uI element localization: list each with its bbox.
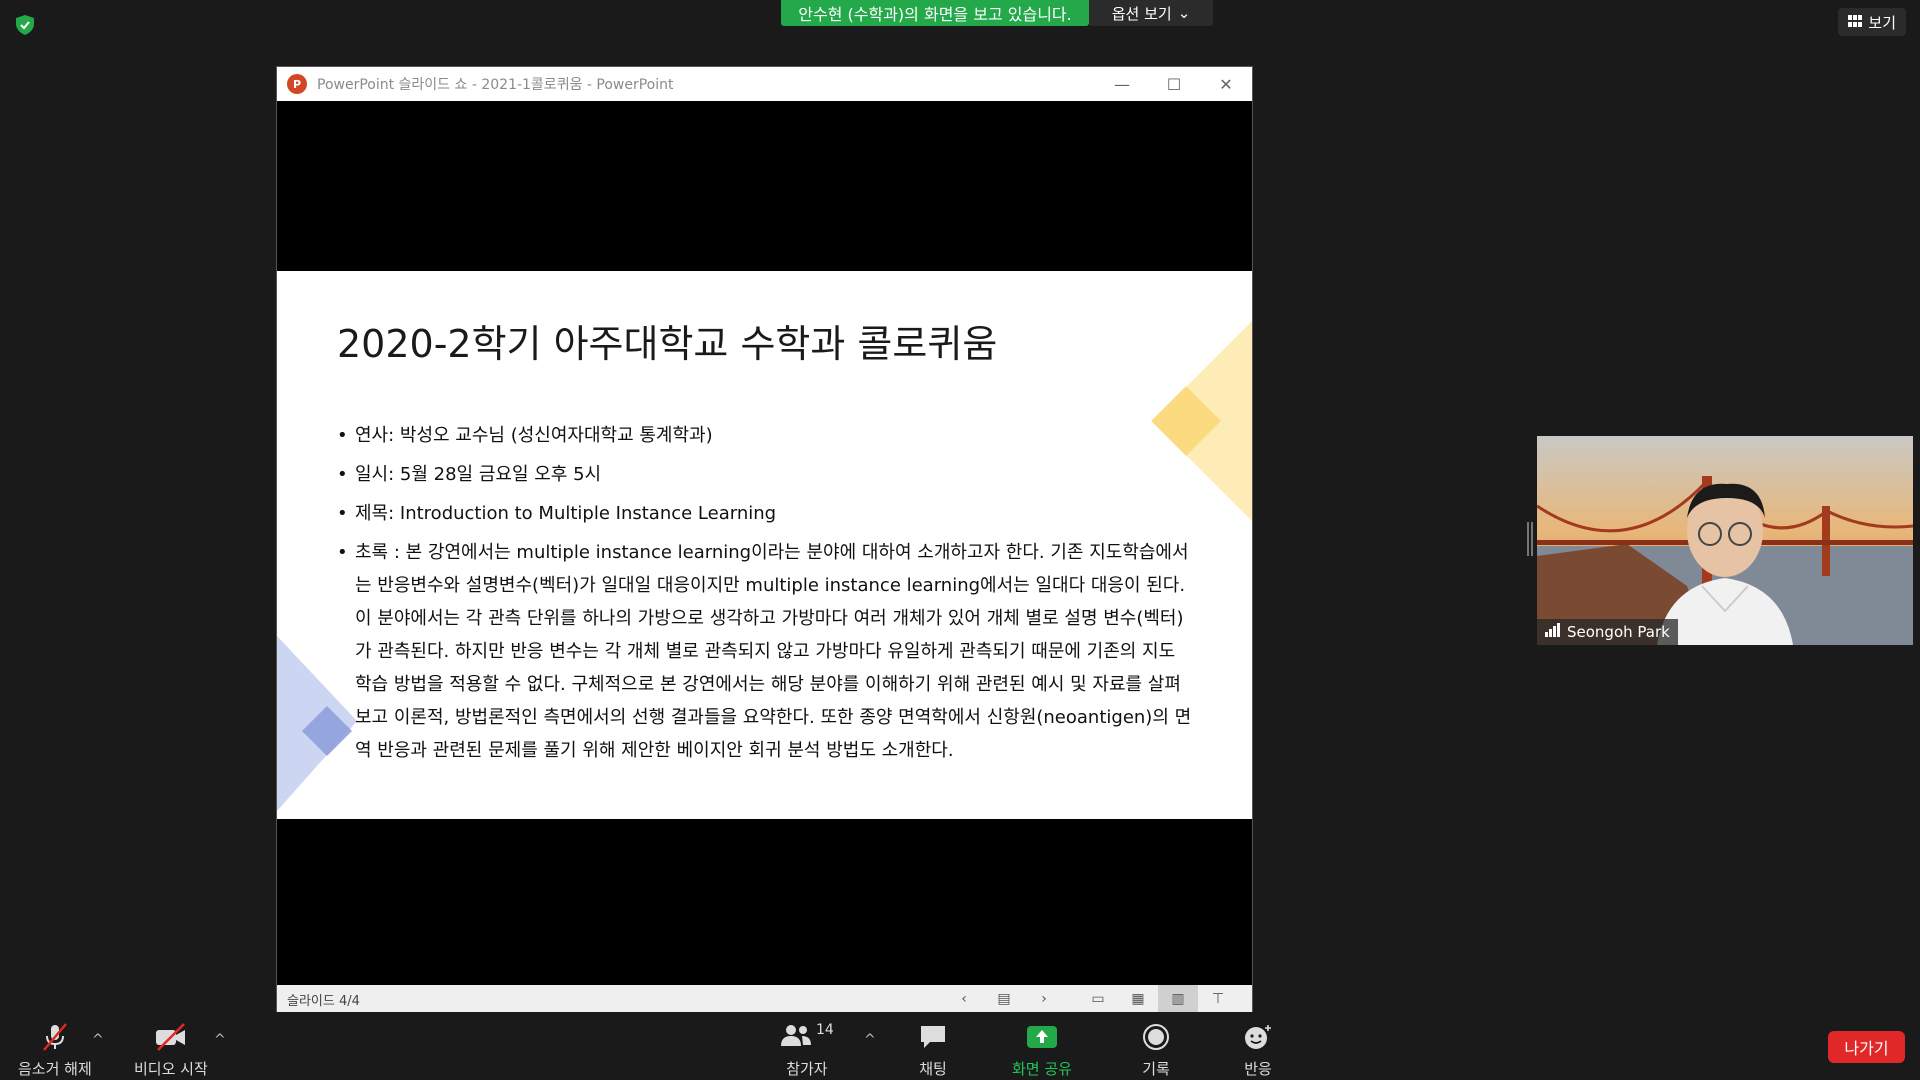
meeting-toolbar: 음소거 해제 ^ 비디오 시작 ^ 14 참가자 ^ 채팅 화면 공유 기록 반… xyxy=(0,1012,1920,1080)
participants-caret-icon[interactable]: ^ xyxy=(864,1032,876,1048)
slide-bullet-list: 연사: 박성오 교수님 (성신여자대학교 통계학과) 일시: 5월 28일 금요… xyxy=(337,419,1197,773)
view-button[interactable]: 보기 xyxy=(1838,8,1906,36)
slide-bullet: 연사: 박성오 교수님 (성신여자대학교 통계학과) xyxy=(337,419,1197,452)
resize-handle[interactable] xyxy=(1527,522,1533,556)
participants-count: 14 xyxy=(816,1022,834,1038)
share-screen-icon xyxy=(1026,1022,1058,1052)
reading-view-icon[interactable]: ▥ xyxy=(1158,985,1198,1013)
slide-bullet: 일시: 5월 28일 금요일 오후 5시 xyxy=(337,458,1197,491)
participant-name-tag: Seongoh Park xyxy=(1537,619,1678,645)
slide-counter: 슬라이드 4/4 xyxy=(287,993,360,1009)
maximize-icon[interactable]: ☐ xyxy=(1148,67,1200,101)
reactions-smiley-icon xyxy=(1243,1022,1273,1052)
minimize-icon[interactable]: — xyxy=(1096,67,1148,101)
participant-video-frame xyxy=(1537,436,1913,645)
slide-sorter-icon[interactable]: ▦ xyxy=(1118,985,1158,1013)
video-off-icon xyxy=(154,1022,188,1052)
view-button-label: 보기 xyxy=(1868,13,1896,32)
slide-bullet: 제목: Introduction to Multiple Instance Le… xyxy=(337,497,1197,530)
reactions-button[interactable]: 반응 xyxy=(1243,1022,1273,1079)
share-screen-button[interactable]: 화면 공유 xyxy=(1012,1022,1072,1079)
powerpoint-window: P PowerPoint 슬라이드 쇼 - 2021-1콜로퀴움 - Power… xyxy=(276,66,1253,1014)
record-label: 기록 xyxy=(1142,1060,1170,1078)
start-video-button[interactable]: 비디오 시작 xyxy=(134,1022,208,1079)
security-shield-icon[interactable] xyxy=(14,14,36,36)
chat-button[interactable]: 채팅 xyxy=(918,1022,948,1079)
leave-button[interactable]: 나가기 xyxy=(1828,1031,1905,1063)
participant-video[interactable]: Seongoh Park xyxy=(1537,436,1913,645)
microphone-muted-icon xyxy=(40,1022,70,1052)
chat-icon xyxy=(918,1022,948,1052)
share-screen-label: 화면 공유 xyxy=(1012,1060,1072,1078)
unmute-label: 음소거 해제 xyxy=(18,1060,92,1078)
grid-icon xyxy=(1848,13,1863,31)
chat-label: 채팅 xyxy=(919,1060,947,1078)
slideshow-icon[interactable]: ⊤ xyxy=(1198,985,1238,1013)
record-icon xyxy=(1142,1022,1170,1052)
sharing-banner-text: 안수현 (수학과)의 화면을 보고 있습니다. xyxy=(798,5,1072,24)
participants-label: 참가자 xyxy=(786,1060,828,1078)
ppt-window-title: PowerPoint 슬라이드 쇼 - 2021-1콜로퀴움 - PowerPo… xyxy=(317,77,674,93)
video-options-caret-icon[interactable]: ^ xyxy=(214,1032,226,1048)
slide: 2020-2학기 아주대학교 수학과 콜로퀴움 연사: 박성오 교수님 (성신여… xyxy=(277,271,1252,819)
ppt-titlebar: P PowerPoint 슬라이드 쇼 - 2021-1콜로퀴움 - Power… xyxy=(277,67,1252,101)
view-options-button[interactable]: 옵션 보기 ⌄ xyxy=(1089,0,1213,26)
next-slide-icon[interactable]: › xyxy=(1024,985,1064,1013)
sharing-banner: 안수현 (수학과)의 화면을 보고 있습니다. xyxy=(781,0,1089,26)
participants-icon xyxy=(780,1022,812,1052)
participants-button[interactable]: 14 참가자 xyxy=(780,1022,834,1079)
slide-menu-icon[interactable]: ▤ xyxy=(984,985,1024,1013)
slide-bullet: 초록 : 본 강연에서는 multiple instance learning이… xyxy=(337,536,1197,767)
ppt-statusbar: 슬라이드 4/4 ‹ ▤ › ▭ ▦ ▥ ⊤ xyxy=(277,985,1252,1013)
powerpoint-logo-icon: P xyxy=(287,74,307,94)
reactions-label: 반응 xyxy=(1244,1060,1272,1078)
slide-show-area: 2020-2학기 아주대학교 수학과 콜로퀴움 연사: 박성오 교수님 (성신여… xyxy=(277,101,1252,987)
close-icon[interactable]: ✕ xyxy=(1200,67,1252,101)
view-options-label: 옵션 보기 xyxy=(1111,4,1172,23)
participant-name: Seongoh Park xyxy=(1567,623,1670,641)
slide-title: 2020-2학기 아주대학교 수학과 콜로퀴움 xyxy=(337,322,998,366)
start-video-label: 비디오 시작 xyxy=(134,1060,208,1078)
audio-options-caret-icon[interactable]: ^ xyxy=(92,1032,104,1048)
normal-view-icon[interactable]: ▭ xyxy=(1078,985,1118,1013)
participants-icon-group: 14 xyxy=(780,1022,834,1052)
record-button[interactable]: 기록 xyxy=(1142,1022,1170,1079)
leave-label: 나가기 xyxy=(1844,1039,1889,1058)
chevron-down-icon: ⌄ xyxy=(1177,4,1191,22)
signal-bars-icon xyxy=(1545,623,1561,641)
previous-slide-icon[interactable]: ‹ xyxy=(944,985,984,1013)
unmute-button[interactable]: 음소거 해제 xyxy=(18,1022,92,1079)
